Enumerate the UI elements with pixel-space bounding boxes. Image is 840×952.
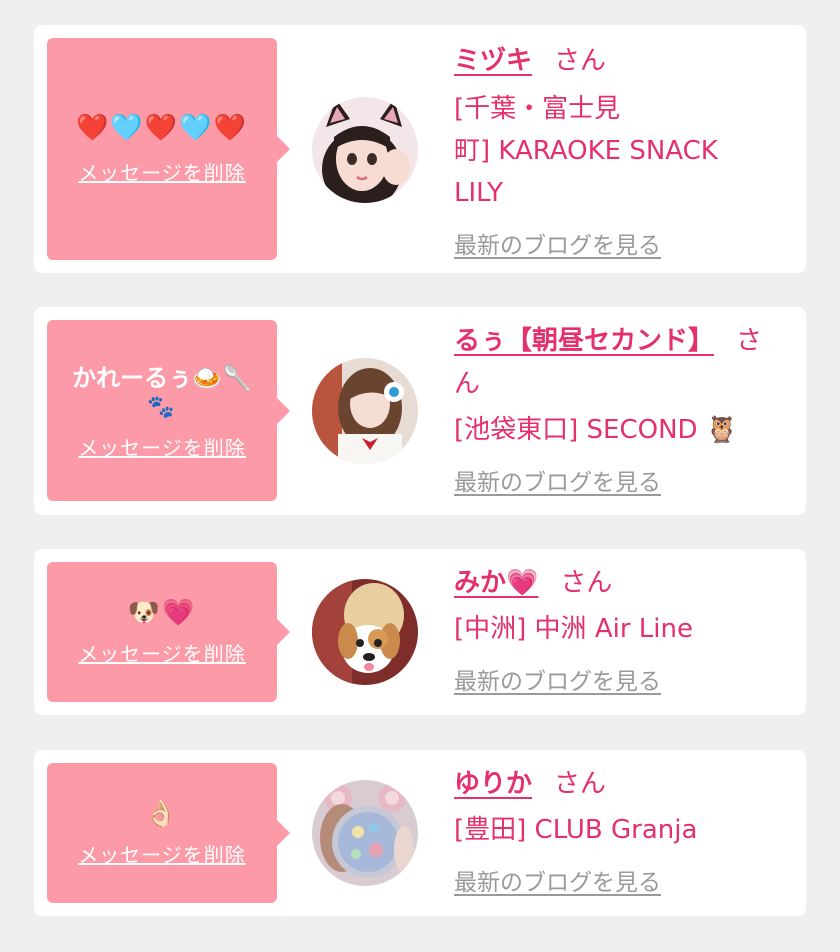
message-bubble: 👌🏻 メッセージを削除: [47, 763, 290, 903]
latest-blog-link[interactable]: 最新のブログを見る: [454, 463, 661, 497]
profile-name-link[interactable]: みか💗: [454, 568, 538, 598]
delete-message-link[interactable]: メッセージを削除: [78, 432, 246, 461]
profile-name-link[interactable]: ゆりか: [454, 769, 532, 799]
name-suffix: さん: [560, 568, 613, 598]
message-bubble: かれーるぅ🍛🥄 🐾 メッセージを削除: [47, 320, 290, 501]
cat-ear-girl-avatar-icon: [312, 97, 418, 203]
shop-line: LILY: [454, 178, 504, 208]
message-text: かれーるぅ🍛🥄: [72, 363, 252, 392]
shop-line: 町] KARAOKE SNACK: [454, 136, 718, 166]
shop-name: [中洲] 中洲 Air Line: [454, 614, 693, 644]
message-bubble: ❤️🩵❤️🩵❤️ メッセージを削除: [47, 38, 290, 260]
avatar[interactable]: [312, 358, 418, 464]
message-emoji: 🐶💗: [127, 597, 197, 628]
message-emoji: 👌🏻: [144, 798, 180, 829]
dog-face-avatar-icon: [312, 579, 418, 685]
uniform-girl-avatar-icon: [312, 358, 418, 464]
latest-blog-link[interactable]: 最新のブログを見る: [454, 662, 661, 696]
profile-name-link[interactable]: るぅ【朝昼セカンド】: [454, 326, 714, 356]
profile-info: ミヅキ さん [千葉・富士見 町] KARAOKE SNACK LILY 最新のブ…: [454, 41, 784, 260]
delete-message-link[interactable]: メッセージを削除: [78, 157, 246, 186]
profile-name-link[interactable]: ミヅキ: [454, 46, 532, 76]
shop-name: [豊田] CLUB Granja: [454, 815, 698, 845]
message-emoji: ❤️🩵❤️🩵❤️: [76, 112, 248, 143]
message-card: かれーるぅ🍛🥄 🐾 メッセージを削除 るぅ【朝昼セカンド】 さん [池袋東口] S…: [34, 307, 806, 515]
name-suffix: さん: [554, 769, 607, 799]
shop-name: [千葉・富士見 町] KARAOKE SNACK LILY: [454, 88, 784, 214]
mirror-avatar-icon: [312, 780, 418, 886]
name-suffix: さん: [554, 46, 607, 76]
message-card: ❤️🩵❤️🩵❤️ メッセージを削除 ミヅキ さん [千葉・富士見 町] KARAO…: [34, 25, 806, 273]
profile-info: ゆりか さん [豊田] CLUB Granja 最新のブログを見る: [454, 764, 784, 897]
avatar[interactable]: [312, 97, 418, 203]
message-card: 👌🏻 メッセージを削除 ゆりか さん [豊田] CLUB Granja 最新のブロ…: [34, 750, 806, 916]
latest-blog-link[interactable]: 最新のブログを見る: [454, 226, 661, 260]
message-emoji: 🐾: [147, 394, 177, 420]
shop-line: [千葉・富士見: [454, 94, 621, 124]
message-card: 🐶💗 メッセージを削除 みか💗 さん [中洲] 中洲 Air Line 最新のブロ…: [34, 549, 806, 715]
avatar[interactable]: [312, 780, 418, 886]
delete-message-link[interactable]: メッセージを削除: [78, 839, 246, 868]
delete-message-link[interactable]: メッセージを削除: [78, 638, 246, 667]
profile-info: るぅ【朝昼セカンド】 さん [池袋東口] SECOND 🦉 最新のブログを見る: [454, 321, 784, 497]
latest-blog-link[interactable]: 最新のブログを見る: [454, 863, 661, 897]
shop-name: [池袋東口] SECOND 🦉: [454, 415, 739, 445]
avatar[interactable]: [312, 579, 418, 685]
profile-info: みか💗 さん [中洲] 中洲 Air Line 最新のブログを見る: [454, 563, 784, 696]
message-bubble: 🐶💗 メッセージを削除: [47, 562, 290, 702]
